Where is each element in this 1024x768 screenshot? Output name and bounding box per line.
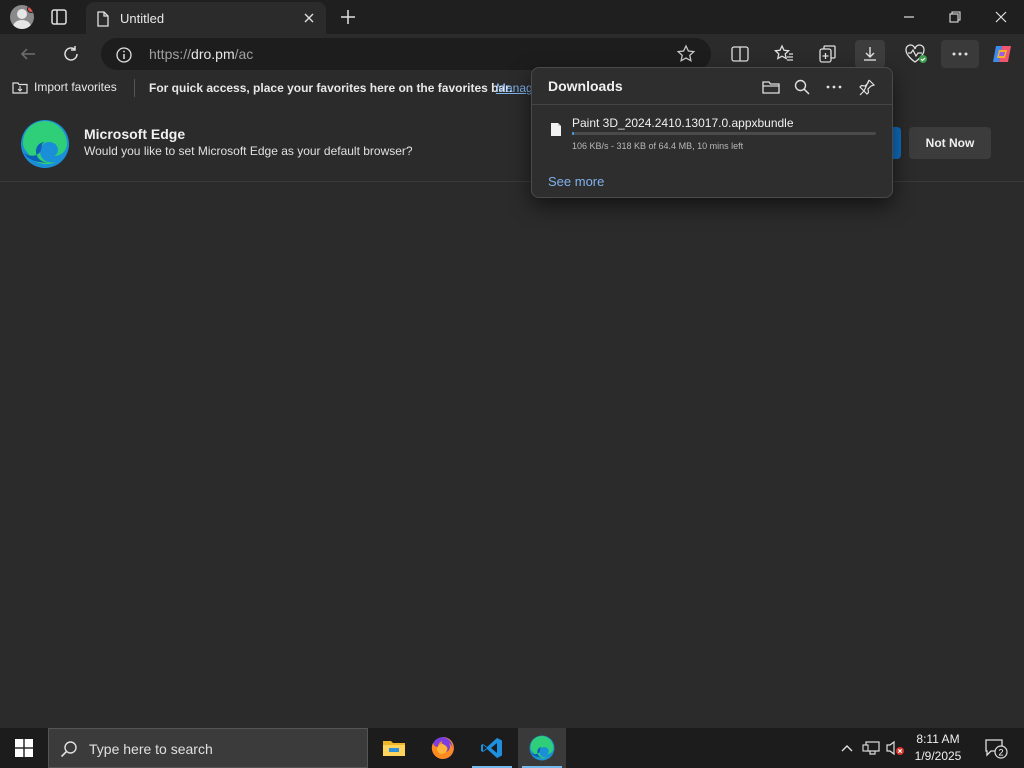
import-icon xyxy=(12,82,28,94)
close-tab-icon[interactable] xyxy=(300,9,318,27)
import-favorites-label: Import favorites xyxy=(34,80,117,94)
collections-icon[interactable] xyxy=(813,40,843,68)
search-icon xyxy=(59,739,79,764)
pin-icon[interactable] xyxy=(854,74,880,100)
browser-essentials-icon[interactable] xyxy=(901,40,931,68)
back-icon[interactable] xyxy=(13,40,43,68)
profile-icon[interactable] xyxy=(10,5,34,29)
download-status: 106 KB/s - 318 KB of 64.4 MB, 10 mins le… xyxy=(572,141,744,151)
edge-logo-icon xyxy=(20,119,70,174)
flyout-divider xyxy=(532,104,892,105)
clock-date: 1/9/2025 xyxy=(914,749,962,763)
minimize-icon xyxy=(904,16,914,18)
see-more-link[interactable]: See more xyxy=(548,174,604,189)
taskbar: Type here to search 8:11 AM 1/9/2025 2 xyxy=(0,728,1024,768)
volume-muted-icon[interactable] xyxy=(884,728,906,768)
import-favorites-button[interactable]: Import favorites xyxy=(12,80,117,94)
document-icon xyxy=(96,11,110,32)
split-screen-icon[interactable] xyxy=(725,40,755,68)
minimize-button[interactable] xyxy=(886,0,932,34)
firefox-icon[interactable] xyxy=(419,728,467,768)
favorites-icon[interactable] xyxy=(769,40,799,68)
downloads-title: Downloads xyxy=(548,78,623,94)
restore-button[interactable] xyxy=(932,0,978,34)
close-icon xyxy=(995,11,1007,23)
search-placeholder: Type here to search xyxy=(89,741,213,757)
file-explorer-icon[interactable] xyxy=(370,728,418,768)
more-options-icon[interactable] xyxy=(821,74,847,100)
tab-title: Untitled xyxy=(120,11,165,26)
url-text[interactable]: https://dro.pm/ac xyxy=(149,46,253,62)
manage-favorites-link[interactable]: Manage favorites now xyxy=(496,81,536,95)
infobar-question: Would you like to set Microsoft Edge as … xyxy=(84,144,413,158)
clock-time: 8:11 AM xyxy=(916,732,960,746)
start-button[interactable] xyxy=(0,728,48,768)
new-tab-button[interactable] xyxy=(338,7,358,27)
folder-icon[interactable] xyxy=(758,74,784,100)
restore-icon xyxy=(949,11,961,23)
favorites-bar-message: For quick access, place your favorites h… xyxy=(149,81,513,95)
download-filename[interactable]: Paint 3D_2024.2410.13017.0.appxbundle xyxy=(572,116,794,130)
network-icon[interactable] xyxy=(860,728,882,768)
infobar-product-name: Microsoft Edge xyxy=(84,126,186,142)
more-icon[interactable] xyxy=(941,40,979,68)
edge-taskbar-icon[interactable] xyxy=(518,728,566,768)
refresh-icon[interactable] xyxy=(56,40,86,68)
star-icon[interactable] xyxy=(676,44,696,69)
edge-icon xyxy=(529,735,555,761)
tab-bar: Untitled xyxy=(0,0,1024,34)
download-progress-bar xyxy=(572,132,876,135)
downloads-flyout: Downloads Paint 3D_2024.2410.13017.0.app… xyxy=(531,67,893,198)
file-icon xyxy=(550,122,562,142)
copilot-icon[interactable] xyxy=(987,40,1017,68)
windows-logo-icon xyxy=(15,739,33,757)
info-icon[interactable] xyxy=(115,46,133,69)
vscode-icon[interactable] xyxy=(468,728,516,768)
system-clock[interactable]: 8:11 AM 1/9/2025 xyxy=(906,731,970,765)
tab-actions-icon[interactable] xyxy=(48,7,70,27)
tab-untitled[interactable]: Untitled xyxy=(86,2,326,34)
chevron-up-icon[interactable] xyxy=(836,728,858,768)
taskbar-search[interactable]: Type here to search xyxy=(48,728,368,768)
download-icon[interactable] xyxy=(855,40,885,68)
search-icon[interactable] xyxy=(789,74,815,100)
address-bar[interactable]: https://dro.pm/ac xyxy=(101,38,711,70)
not-now-button[interactable]: Not Now xyxy=(909,127,991,159)
close-window-button[interactable] xyxy=(978,0,1024,34)
notification-icon[interactable]: 2 xyxy=(976,728,1016,768)
favorites-divider xyxy=(134,79,135,97)
notification-count: 2 xyxy=(998,748,1003,758)
